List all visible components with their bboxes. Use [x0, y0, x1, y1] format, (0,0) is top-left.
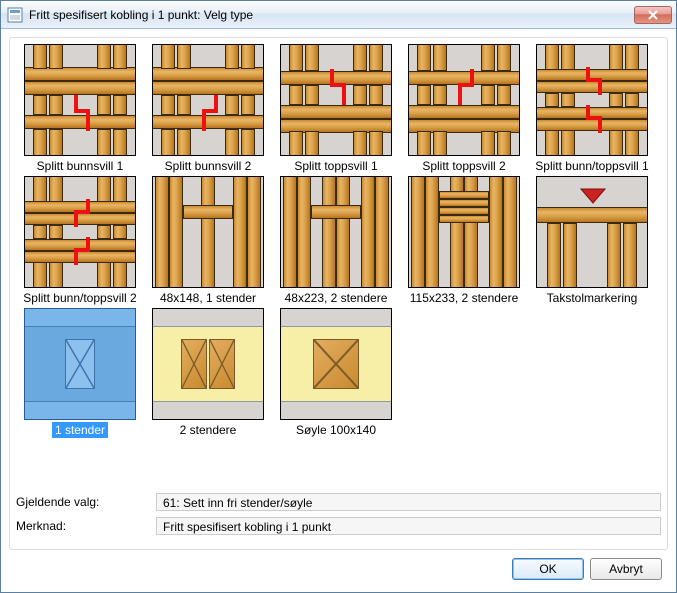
tile-label: 48x148, 1 stender [157, 290, 259, 306]
tile-label: Søyle 100x140 [293, 422, 379, 438]
tile-splitt-toppsvill-1[interactable]: Splitt toppsvill 1 [272, 44, 400, 174]
thumb-icon [152, 308, 264, 420]
thumb-icon [152, 176, 264, 288]
fields-area: Gjeldende valg: 61: Sett inn fri stender… [16, 487, 661, 541]
gjeldende-valg-value: 61: Sett inn fri stender/søyle [156, 493, 661, 511]
dialog-window: Fritt spesifisert kobling i 1 punkt: Vel… [0, 0, 677, 593]
thumb-icon [24, 44, 136, 156]
thumb-icon [536, 176, 648, 288]
tile-label: 1 stender [52, 422, 108, 438]
thumb-icon [408, 176, 520, 288]
window-title: Fritt spesifisert kobling i 1 punkt: Vel… [29, 8, 634, 22]
tile-label: Splitt bunnsvill 1 [34, 158, 127, 174]
tile-115x233-2-stendere[interactable]: 115x233, 2 stendere [400, 176, 528, 306]
tile-label: Splitt toppsvill 2 [419, 158, 508, 174]
tile-label: Splitt bunnsvill 2 [162, 158, 255, 174]
tile-1-stender[interactable]: 1 stender [16, 308, 144, 438]
thumb-icon [280, 44, 392, 156]
tile-2-stendere[interactable]: 2 stendere [144, 308, 272, 438]
thumb-icon [24, 176, 136, 288]
tile-label: 115x233, 2 stendere [407, 290, 522, 306]
tile-splitt-bunn-toppsvill-2[interactable]: Splitt bunn/toppsvill 2 [16, 176, 144, 306]
thumb-icon [152, 44, 264, 156]
dialog-buttons: OK Avbryt [9, 550, 668, 584]
tile-label: Takstolmarkering [544, 290, 641, 306]
type-grid: Splitt bunnsvill 1 [16, 44, 661, 440]
tile-splitt-bunnsvill-1[interactable]: Splitt bunnsvill 1 [16, 44, 144, 174]
thumb-icon [24, 308, 136, 420]
gjeldende-valg-label: Gjeldende valg: [16, 495, 156, 509]
tile-48x148-1-stender[interactable]: 48x148, 1 stender [144, 176, 272, 306]
client-area: Splitt bunnsvill 1 [1, 29, 676, 592]
thumb-icon [280, 176, 392, 288]
titlebar: Fritt spesifisert kobling i 1 punkt: Vel… [1, 1, 676, 29]
tile-label: 2 stendere [177, 422, 240, 438]
merknad-row: Merknad: Fritt spesifisert kobling i 1 p… [16, 517, 661, 535]
thumb-icon [408, 44, 520, 156]
tile-splitt-bunnsvill-2[interactable]: Splitt bunnsvill 2 [144, 44, 272, 174]
thumb-icon [280, 308, 392, 420]
tile-48x223-2-stendere[interactable]: 48x223, 2 stendere [272, 176, 400, 306]
gjeldende-valg-row: Gjeldende valg: 61: Sett inn fri stender… [16, 493, 661, 511]
cancel-button[interactable]: Avbryt [590, 558, 662, 580]
close-button[interactable] [634, 6, 672, 24]
merknad-label: Merknad: [16, 519, 156, 533]
close-icon [648, 10, 658, 20]
tile-takstolmarkering[interactable]: Takstolmarkering [528, 176, 656, 306]
tile-splitt-bunn-toppsvill-1[interactable]: Splitt bunn/toppsvill 1 [528, 44, 656, 174]
content-panel: Splitt bunnsvill 1 [9, 37, 668, 550]
app-icon [7, 7, 23, 23]
tile-label: Splitt bunn/toppsvill 1 [532, 158, 651, 174]
tile-soyle-100x140[interactable]: Søyle 100x140 [272, 308, 400, 438]
ok-button[interactable]: OK [512, 558, 584, 580]
tile-label: Splitt bunn/toppsvill 2 [20, 290, 139, 306]
tile-label: Splitt toppsvill 1 [291, 158, 380, 174]
merknad-value: Fritt spesifisert kobling i 1 punkt [156, 517, 661, 535]
thumb-icon [536, 44, 648, 156]
tile-label: 48x223, 2 stendere [282, 290, 391, 306]
tile-splitt-toppsvill-2[interactable]: Splitt toppsvill 2 [400, 44, 528, 174]
